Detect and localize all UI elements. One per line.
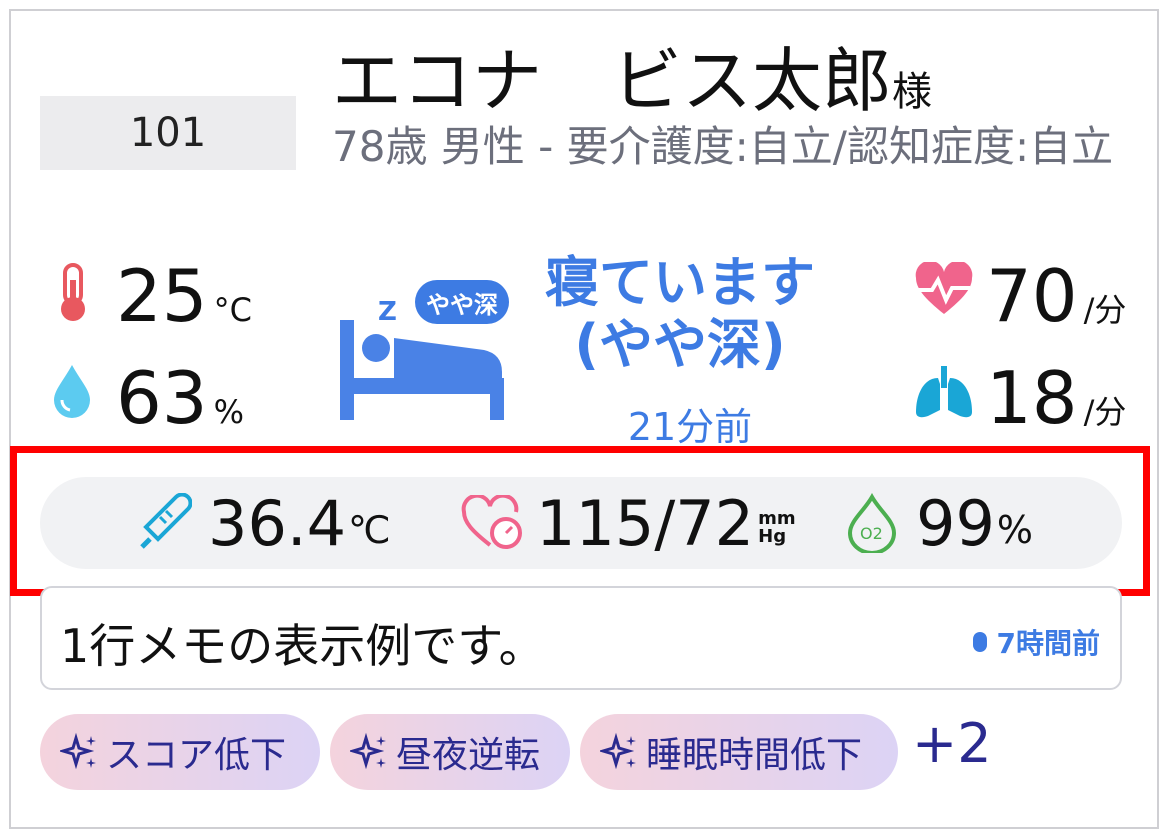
- spo2-value: 99: [916, 486, 995, 560]
- body-temperature: 36.4 ℃: [136, 477, 391, 569]
- humidity: 63 %: [116, 358, 244, 438]
- memo-dot-icon: [972, 632, 987, 652]
- svg-text:Z: Z: [378, 297, 397, 327]
- respiration-unit: /分: [1083, 393, 1127, 431]
- sleep-status-line2: (やや深): [574, 313, 786, 376]
- sparkle-icon: [350, 732, 386, 770]
- blood-pressure-unit: mm Hg: [758, 510, 796, 546]
- memo-box[interactable]: 1行メモの表示例です。 7時間前: [40, 586, 1122, 690]
- tag-day-night-reversal[interactable]: 昼夜逆転: [330, 714, 570, 790]
- water-drop-icon: [54, 365, 90, 418]
- memo-text: 1行メモの表示例です。: [60, 619, 545, 673]
- thermometer-icon: [61, 263, 85, 321]
- heart-gauge-icon: [461, 495, 522, 549]
- spo2-unit: %: [996, 508, 1034, 552]
- tag-score-drop[interactable]: スコア低下: [40, 714, 320, 790]
- body-temperature-value: 36.4: [208, 486, 347, 560]
- humidity-unit: %: [213, 393, 245, 431]
- room-temperature-value: 25: [116, 254, 208, 338]
- room-temperature: 25 °C: [116, 256, 252, 336]
- respiration-value: 18: [986, 356, 1078, 440]
- blood-pressure-value: 115/72: [536, 486, 755, 560]
- humidity-value: 63: [116, 356, 208, 440]
- oxygen-drop-icon: O2: [847, 493, 897, 553]
- memo-time: 7時間前: [972, 622, 1100, 662]
- heart-rate: 70 /分: [986, 256, 1126, 336]
- memo-time-text: 7時間前: [996, 627, 1100, 660]
- sparkle-icon: [600, 732, 636, 770]
- blood-pressure: 115/72 mm Hg: [460, 477, 796, 569]
- tag-label: 昼夜逆転: [396, 735, 541, 776]
- blood-pressure-unit-bottom: Hg: [758, 526, 787, 547]
- honorific: 様: [892, 69, 932, 115]
- heart-rate-unit: /分: [1083, 291, 1127, 329]
- sparkle-icon: [60, 732, 96, 770]
- tag-sleep-time-drop[interactable]: 睡眠時間低下: [580, 714, 898, 790]
- resident-name-text: エコナ ビス太郎: [332, 40, 892, 122]
- oxygen-drop-label: O2: [860, 524, 883, 543]
- lungs-icon: [916, 366, 972, 418]
- vitals-bar[interactable]: 36.4 ℃ 115/72 mm Hg O2 99 %: [40, 477, 1122, 569]
- spo2: O2 99 %: [846, 477, 1033, 569]
- clinical-thermometer-icon: [140, 493, 192, 549]
- resident-info: 78歳 男性 - 要介護度:自立/認知症度:自立: [332, 122, 1114, 171]
- resident-name: エコナ ビス太郎様: [332, 38, 932, 135]
- sleep-updated-time: 21分前: [627, 405, 753, 449]
- heart-pulse-icon: [915, 262, 973, 314]
- sleep-status: 寝ています (やや深): [520, 252, 840, 376]
- tag-label: 睡眠時間低下: [646, 735, 863, 776]
- room-temperature-unit: °C: [213, 291, 252, 329]
- heart-rate-value: 70: [986, 254, 1078, 338]
- body-temperature-unit: ℃: [348, 508, 391, 552]
- room-number: 101: [40, 96, 296, 170]
- more-tags-count[interactable]: +2: [912, 712, 992, 775]
- tag-label: スコア低下: [106, 735, 287, 776]
- respiration-rate: 18 /分: [986, 358, 1126, 438]
- sleep-status-line1: 寝ています: [545, 251, 815, 314]
- bed-icon: Z: [340, 297, 504, 420]
